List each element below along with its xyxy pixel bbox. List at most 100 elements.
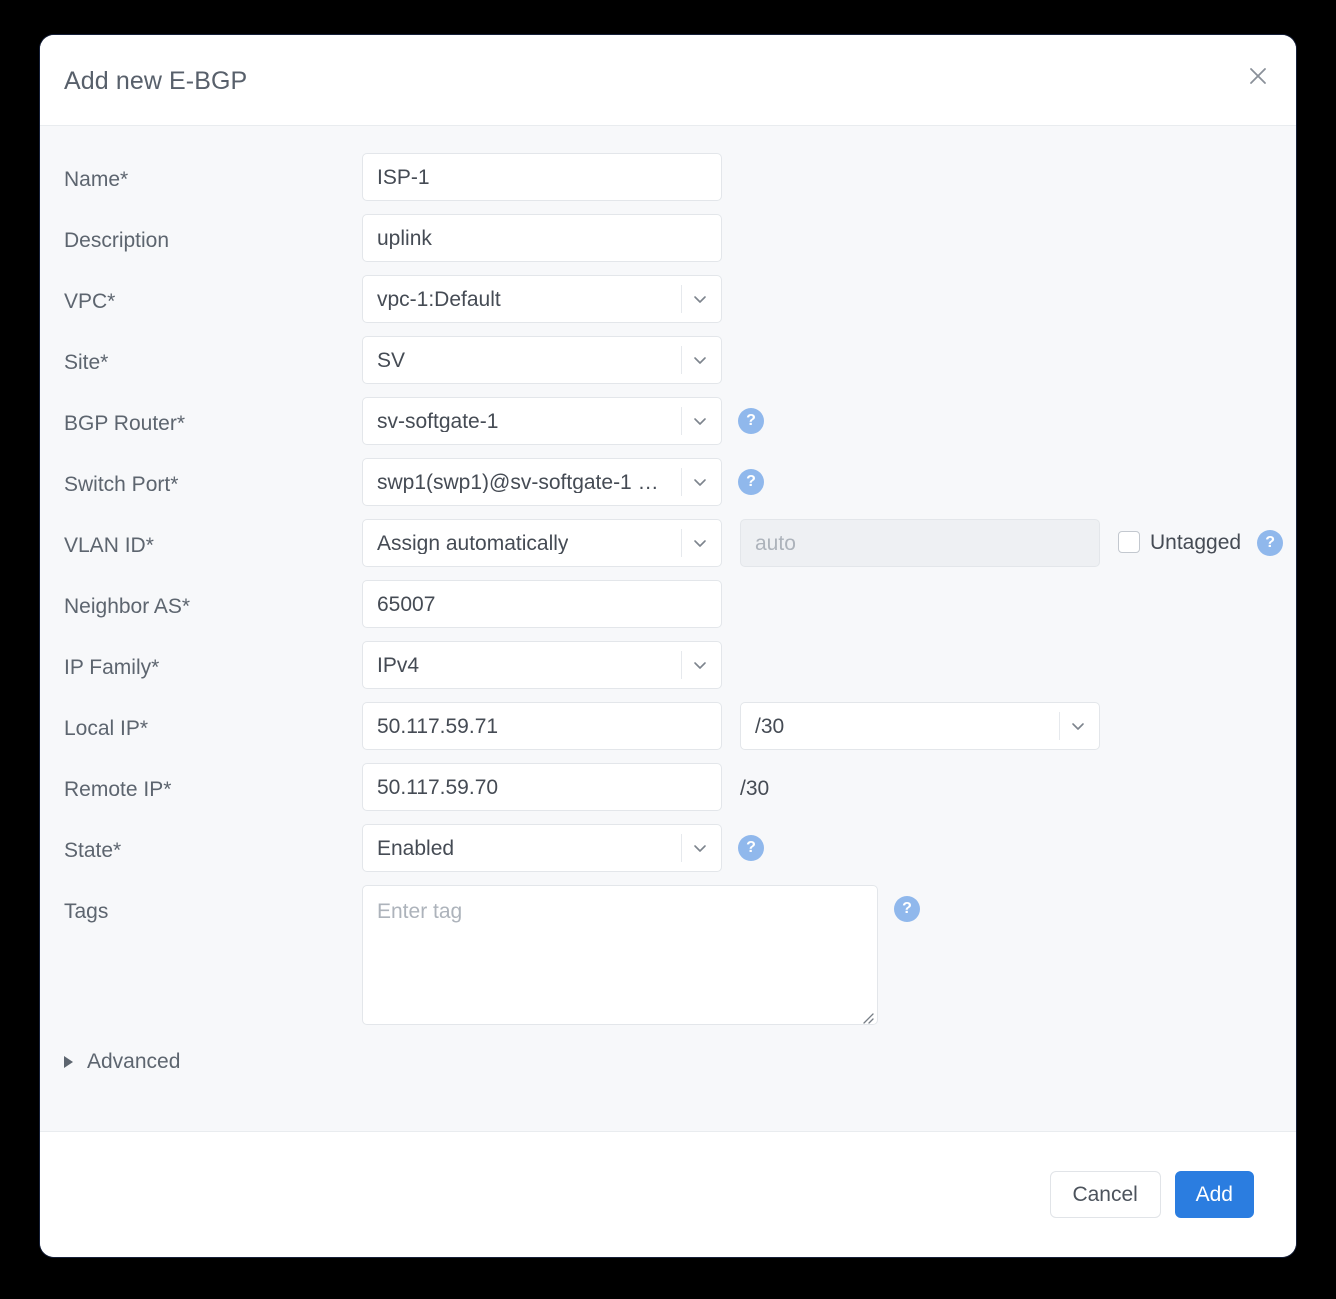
- label-neighbor-as: Neighbor AS*: [64, 595, 191, 618]
- advanced-toggle[interactable]: Advanced: [40, 1051, 204, 1072]
- controls-local-ip: 50.117.59.71 /30: [362, 702, 1272, 750]
- label-site: Site*: [64, 351, 109, 374]
- neighbor-as-input[interactable]: 65007: [362, 580, 722, 628]
- vlan-mode-select[interactable]: Assign automatically: [362, 519, 722, 567]
- name-input[interactable]: ISP-1: [362, 153, 722, 201]
- form-row-vpc: VPC* vpc-1:Default: [40, 275, 1296, 323]
- controls-name: ISP-1: [362, 153, 1272, 201]
- chevron-down-icon: [690, 472, 710, 492]
- close-icon[interactable]: [1241, 59, 1275, 93]
- label-vpc: VPC*: [64, 290, 116, 313]
- local-ip-input-value: 50.117.59.71: [377, 715, 499, 737]
- resize-handle-icon[interactable]: [858, 1006, 874, 1024]
- controls-remote-ip: 50.117.59.70 /30: [362, 763, 1272, 811]
- add-button[interactable]: Add: [1174, 1171, 1254, 1218]
- state-select[interactable]: Enabled: [362, 824, 722, 872]
- neighbor-as-input-value: 65007: [377, 593, 436, 615]
- dialog-body: Name* ISP-1 Description uplink VPC* vpc-…: [40, 126, 1296, 1132]
- form-row-ip-family: IP Family* IPv4: [40, 641, 1296, 689]
- chevron-down-icon: [1068, 716, 1088, 736]
- select-divider: [1059, 712, 1060, 740]
- select-divider: [681, 407, 682, 435]
- form-row-remote-ip: Remote IP* 50.117.59.70 /30: [40, 763, 1296, 811]
- vlan-id-input: auto: [740, 519, 1100, 567]
- ip-family-select-value: IPv4: [377, 654, 420, 676]
- bgp-router-select[interactable]: sv-softgate-1: [362, 397, 722, 445]
- form-row-name: Name* ISP-1: [40, 153, 1296, 201]
- untagged-checkbox-wrap[interactable]: Untagged: [1118, 531, 1241, 553]
- help-icon-untagged[interactable]: ?: [1257, 530, 1284, 556]
- select-divider: [681, 529, 682, 557]
- label-local-ip: Local IP*: [64, 717, 149, 740]
- form-row-description: Description uplink: [40, 214, 1296, 262]
- label-description: Description: [64, 229, 170, 252]
- chevron-down-icon: [690, 533, 710, 553]
- controls-state: Enabled ?: [362, 824, 1272, 872]
- label-tags: Tags: [64, 900, 109, 923]
- controls-vpc: vpc-1:Default: [362, 275, 1272, 323]
- state-select-value: Enabled: [377, 837, 455, 859]
- controls-bgp-router: sv-softgate-1 ?: [362, 397, 1272, 445]
- help-icon-bgp-router[interactable]: ?: [738, 408, 764, 434]
- chevron-down-icon: [690, 655, 710, 675]
- dialog-title: Add new E-BGP: [64, 67, 248, 95]
- local-ip-prefix-select[interactable]: /30: [740, 702, 1100, 750]
- chevron-down-icon: [690, 350, 710, 370]
- controls-tags: Enter tag ?: [362, 885, 1272, 1025]
- vlan-id-input-placeholder: auto: [755, 532, 796, 554]
- form-row-neighbor-as: Neighbor AS* 65007: [40, 580, 1296, 628]
- select-divider: [681, 346, 682, 374]
- select-divider: [681, 285, 682, 313]
- help-icon-switch-port[interactable]: ?: [738, 469, 764, 495]
- form-row-switch-port: Switch Port* swp1(swp1)@sv-softgate-1 … …: [40, 458, 1296, 506]
- form-row-vlan-id: VLAN ID* Assign automatically auto Untag…: [40, 519, 1296, 567]
- vpc-select[interactable]: vpc-1:Default: [362, 275, 722, 323]
- form-row-bgp-router: BGP Router* sv-softgate-1 ?: [40, 397, 1296, 445]
- local-ip-prefix-value: /30: [755, 715, 785, 737]
- select-divider: [681, 651, 682, 679]
- label-remote-ip: Remote IP*: [64, 778, 172, 801]
- dialog-header: Add new E-BGP: [40, 35, 1296, 126]
- ip-family-select[interactable]: IPv4: [362, 641, 722, 689]
- remote-ip-input-value: 50.117.59.70: [377, 776, 499, 798]
- vlan-mode-select-value: Assign automatically: [377, 532, 569, 554]
- description-input[interactable]: uplink: [362, 214, 722, 262]
- controls-vlan-id: Assign automatically auto Untagged ?: [362, 519, 1284, 567]
- chevron-down-icon: [690, 411, 710, 431]
- description-input-value: uplink: [377, 227, 432, 249]
- select-divider: [681, 834, 682, 862]
- form-row-tags: Tags Enter tag ?: [40, 885, 1296, 1025]
- tags-textarea[interactable]: Enter tag: [362, 885, 878, 1025]
- vpc-select-value: vpc-1:Default: [377, 288, 501, 310]
- controls-description: uplink: [362, 214, 1272, 262]
- label-vlan-id: VLAN ID*: [64, 534, 154, 557]
- label-ip-family: IP Family*: [64, 656, 160, 679]
- help-icon-state[interactable]: ?: [738, 835, 764, 861]
- form-row-site: Site* SV: [40, 336, 1296, 384]
- remote-ip-prefix-text: /30: [740, 777, 770, 800]
- label-bgp-router: BGP Router*: [64, 412, 186, 435]
- untagged-checkbox[interactable]: [1118, 531, 1140, 553]
- label-switch-port: Switch Port*: [64, 473, 179, 496]
- controls-neighbor-as: 65007: [362, 580, 1272, 628]
- form-row-local-ip: Local IP* 50.117.59.71 /30: [40, 702, 1296, 750]
- select-divider: [681, 468, 682, 496]
- cancel-button[interactable]: Cancel: [1049, 1171, 1161, 1218]
- label-name: Name*: [64, 168, 129, 191]
- switch-port-select[interactable]: swp1(swp1)@sv-softgate-1 …: [362, 458, 722, 506]
- untagged-label: Untagged: [1150, 530, 1242, 554]
- label-state: State*: [64, 839, 122, 862]
- switch-port-select-value: swp1(swp1)@sv-softgate-1 …: [377, 471, 659, 493]
- triangle-right-icon: [64, 1055, 73, 1068]
- tags-textarea-placeholder: Enter tag: [377, 900, 463, 923]
- local-ip-input[interactable]: 50.117.59.71: [362, 702, 722, 750]
- form-row-state: State* Enabled ?: [40, 824, 1296, 872]
- chevron-down-icon: [690, 289, 710, 309]
- site-select-value: SV: [377, 349, 406, 371]
- advanced-label: Advanced: [87, 1050, 181, 1073]
- site-select[interactable]: SV: [362, 336, 722, 384]
- bgp-router-select-value: sv-softgate-1: [377, 410, 499, 432]
- controls-switch-port: swp1(swp1)@sv-softgate-1 … ?: [362, 458, 1272, 506]
- remote-ip-input[interactable]: 50.117.59.70: [362, 763, 722, 811]
- help-icon-tags[interactable]: ?: [894, 896, 920, 922]
